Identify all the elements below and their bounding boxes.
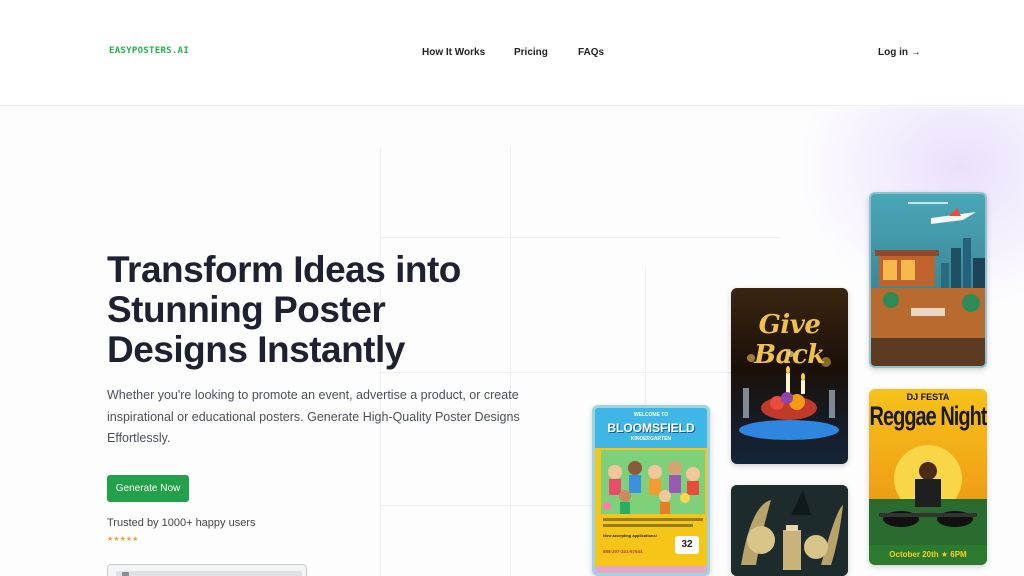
poster-city-travel[interactable] bbox=[869, 192, 987, 368]
background-grid-line bbox=[380, 372, 780, 373]
product-illustration bbox=[731, 485, 848, 576]
poster-give-back[interactable]: Give Back bbox=[731, 288, 848, 464]
poster-phone: 888-207-331-57644 bbox=[603, 549, 643, 554]
preview-toolbar bbox=[116, 571, 302, 576]
headline-line: Designs Instantly bbox=[107, 329, 405, 370]
star-icon: ★ bbox=[132, 536, 139, 543]
poster-kindergarten[interactable]: WELCOME TO BLOOMSFIELD KINDERGARTEN Now … bbox=[592, 405, 710, 576]
poster-title: Reggae Night bbox=[869, 402, 987, 432]
hero-description: Whether you're looking to promote an eve… bbox=[107, 388, 520, 445]
nav-link-faqs[interactable]: FAQs bbox=[578, 47, 604, 58]
poster-body-text bbox=[603, 524, 693, 527]
poster-title: BLOOMSFIELD bbox=[607, 421, 695, 435]
landing-page: EASYPOSTERS.AI How It Works Pricing FAQs… bbox=[0, 0, 1024, 576]
poster-header-text bbox=[871, 202, 985, 204]
poster-dj-text: DJ FESTA bbox=[906, 392, 950, 402]
poster-subtitle: KINDERGARTEN bbox=[630, 436, 672, 442]
image-icon bbox=[122, 572, 129, 576]
candlelit-table-illustration bbox=[739, 351, 839, 440]
login-link[interactable]: Log in → bbox=[878, 47, 921, 58]
poster-welcome-text: WELCOME TO bbox=[633, 412, 669, 418]
poster-body-text bbox=[603, 518, 703, 521]
background-grid-line bbox=[380, 237, 780, 238]
headline-line: Stunning Poster bbox=[107, 289, 386, 330]
generate-now-button[interactable]: Generate Now bbox=[107, 475, 189, 502]
poster-product[interactable] bbox=[731, 485, 848, 576]
dj-illustration bbox=[869, 445, 987, 545]
hero-section: Transform Ideas into Stunning Poster Des… bbox=[0, 107, 1024, 576]
poster-footer bbox=[595, 566, 707, 573]
demo-preview-window[interactable] bbox=[107, 564, 307, 576]
poster-reggae-night[interactable]: DJ FESTA Reggae Night October 20th ★ 6PM bbox=[869, 389, 987, 565]
hero-headline: Transform Ideas into Stunning Poster Des… bbox=[107, 250, 527, 370]
city-terrace-illustration bbox=[871, 208, 985, 366]
trusted-users-text: Trusted by 1000+ happy users bbox=[107, 517, 256, 529]
nav-link-pricing[interactable]: Pricing bbox=[514, 47, 548, 58]
rating-stars: ★ ★ ★ ★ ★ bbox=[107, 536, 138, 544]
brand-logo[interactable]: EASYPOSTERS.AI bbox=[109, 46, 189, 56]
headline-line: Transform Ideas into bbox=[107, 249, 461, 290]
nav-link-how-it-works[interactable]: How It Works bbox=[422, 47, 485, 58]
children-illustration bbox=[601, 450, 705, 514]
poster-number-badge: 32 bbox=[675, 536, 699, 554]
top-navigation-bar: EASYPOSTERS.AI How It Works Pricing FAQs… bbox=[0, 0, 1024, 106]
poster-date: October 20th ★ 6PM bbox=[889, 550, 967, 559]
poster-enrolling-text: Now accepting applications! bbox=[603, 533, 658, 538]
